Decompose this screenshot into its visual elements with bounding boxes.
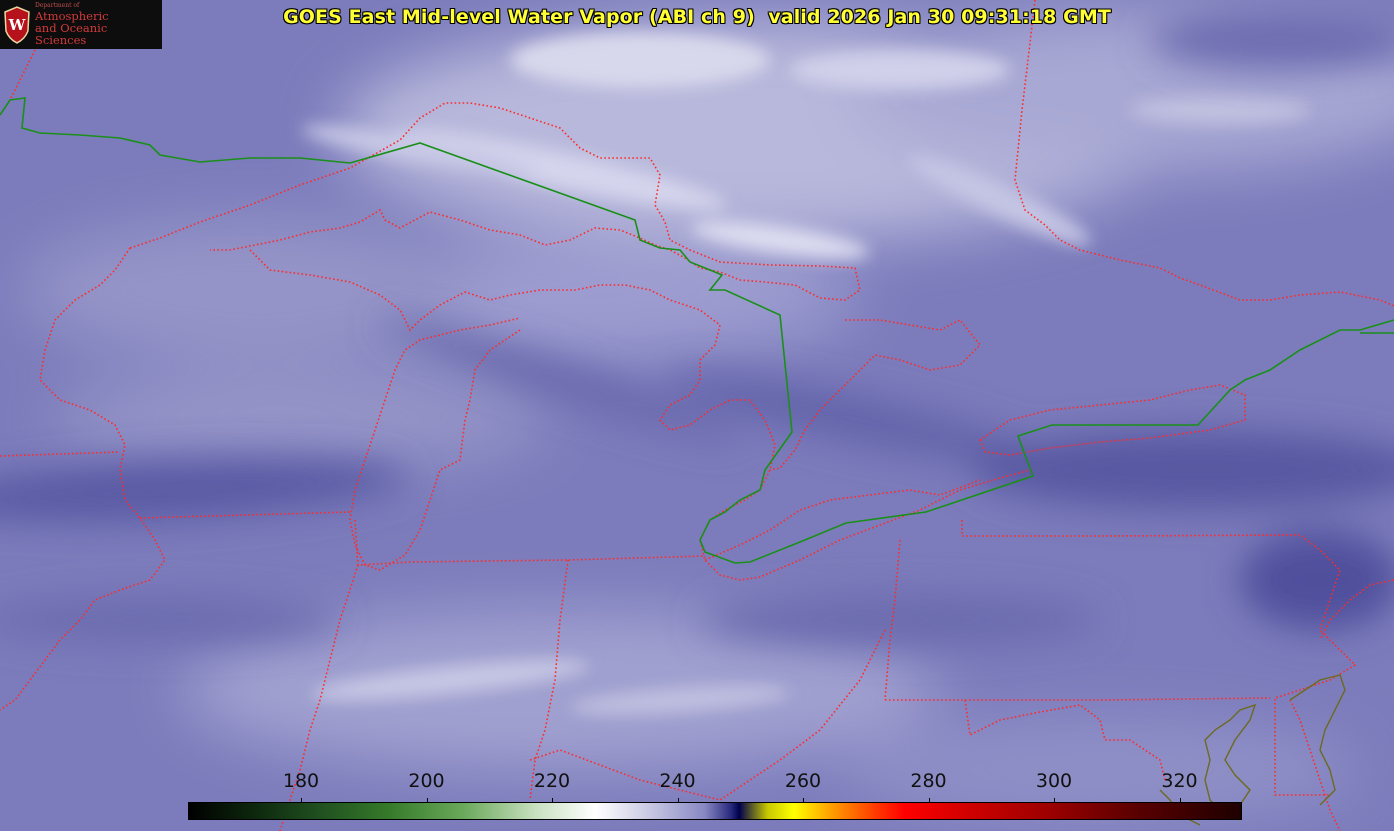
colorbar-tick-mark	[1054, 798, 1055, 803]
colorbar-tick-label: 240	[659, 770, 696, 792]
colorbar-tick-mark	[552, 798, 553, 803]
svg-text:W: W	[8, 15, 26, 33]
colorbar-tick-mark	[1179, 798, 1181, 803]
colorbar-tick-label: 320	[1161, 770, 1198, 792]
colorbar-tick-mark	[803, 798, 804, 803]
colorbar-tick-label: 180	[282, 770, 320, 792]
colorbar-tick-mark	[677, 798, 679, 803]
university-crest-icon: W	[4, 5, 30, 44]
colorbar-tick-label: 300	[1035, 770, 1073, 792]
colorbar-gradient	[188, 802, 1242, 820]
colorbar-tick-mark	[426, 798, 428, 803]
colorbar-tick-mark	[301, 798, 302, 803]
colorbar-tick-label: 280	[910, 770, 947, 792]
colorbar-tick-label: 260	[784, 770, 822, 792]
logo-line-1: Atmospheric	[34, 8, 109, 23]
colorbar-tick-label: 200	[408, 770, 445, 792]
colorbar-legend: 180 200 220 240 260 280 300 320	[188, 770, 1242, 820]
satellite-image-viewer: W Department of Atmospheric and Oceanic …	[0, 0, 1394, 831]
institution-logo[interactable]: W Department of Atmospheric and Oceanic …	[0, 0, 162, 49]
colorbar-tick-label: 220	[533, 770, 571, 792]
colorbar-tick-mark	[928, 798, 930, 803]
logo-line-2: and Oceanic Sciences	[34, 20, 108, 47]
water-vapor-map	[0, 0, 1394, 831]
logo-text: Department of Atmospheric and Oceanic Sc…	[34, 2, 162, 47]
